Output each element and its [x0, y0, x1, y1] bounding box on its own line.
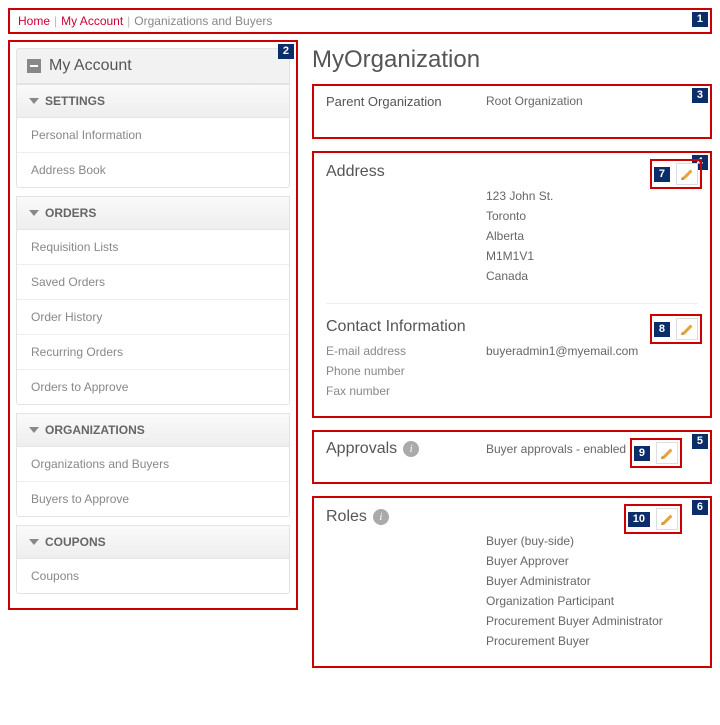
nav-item-order-history[interactable]: Order History	[17, 300, 289, 335]
edit-contact-button[interactable]	[676, 318, 698, 340]
address-title: Address	[326, 163, 698, 181]
edit-address-button[interactable]	[676, 163, 698, 185]
approvals-edit-cluster: 9	[630, 438, 682, 468]
approvals-title-text: Approvals	[326, 440, 397, 458]
nav-item-address-book[interactable]: Address Book	[17, 153, 289, 187]
divider	[326, 303, 698, 304]
fax-label: Fax number	[326, 384, 486, 398]
nav-header-organizations[interactable]: ORGANIZATIONS	[17, 413, 289, 447]
contact-title: Contact Information	[326, 318, 698, 336]
breadcrumb-sep: |	[127, 14, 130, 28]
panel-parent-org: 3 Parent Organization Root Organization	[312, 84, 712, 139]
contact-block: 8 Contact Information E-mail address buy…	[326, 318, 698, 398]
nav-item-orders-to-approve[interactable]: Orders to Approve	[17, 370, 289, 404]
address-lines: 123 John St. Toronto Alberta M1M1V1 Cana…	[486, 189, 698, 289]
nav-header-coupons[interactable]: COUPONS	[17, 525, 289, 559]
nav-item-requisition-lists[interactable]: Requisition Lists	[17, 230, 289, 265]
breadcrumb-myaccount[interactable]: My Account	[61, 14, 123, 28]
nav-group-coupons: COUPONS Coupons	[16, 525, 290, 594]
callout-3: 3	[692, 88, 708, 103]
role-item: Buyer (buy-side)	[486, 534, 698, 548]
address-line: Toronto	[486, 209, 698, 223]
sidebar: 2 My Account SETTINGS Personal Informati…	[8, 40, 298, 610]
address-line: 123 John St.	[486, 189, 698, 203]
nav-item-saved-orders[interactable]: Saved Orders	[17, 265, 289, 300]
nav-header-label: ORDERS	[45, 206, 96, 220]
sidebar-title[interactable]: My Account	[16, 48, 290, 84]
nav-item-buyers-to-approve[interactable]: Buyers to Approve	[17, 482, 289, 516]
role-item: Buyer Approver	[486, 554, 698, 568]
chevron-down-icon	[29, 210, 39, 216]
role-item: Procurement Buyer Administrator	[486, 614, 698, 628]
roles-edit-cluster: 10	[624, 504, 682, 534]
nav-header-orders[interactable]: ORDERS	[17, 196, 289, 230]
pencil-icon	[682, 324, 692, 334]
roles-list: Buyer (buy-side) Buyer Approver Buyer Ad…	[486, 534, 698, 654]
contact-edit-cluster: 8	[650, 314, 702, 344]
breadcrumb-sep: |	[54, 14, 57, 28]
address-line: Canada	[486, 269, 698, 283]
callout-1: 1	[692, 12, 708, 27]
callout-6: 6	[692, 500, 708, 515]
breadcrumb-home[interactable]: Home	[18, 14, 50, 28]
email-label: E-mail address	[326, 344, 486, 358]
pencil-icon	[682, 169, 692, 179]
info-icon[interactable]: i	[403, 441, 419, 457]
chevron-down-icon	[29, 98, 39, 104]
edit-approvals-button[interactable]	[656, 442, 678, 464]
callout-7: 7	[654, 167, 670, 182]
email-value: buyeradmin1@myemail.com	[486, 344, 638, 358]
breadcrumb: Home | My Account | Organizations and Bu…	[8, 8, 712, 34]
breadcrumb-current: Organizations and Buyers	[134, 14, 272, 28]
callout-5: 5	[692, 434, 708, 449]
sidebar-title-label: My Account	[49, 57, 132, 75]
panel-roles: 6 10 Roles i Buyer (buy-side) Buyer Appr…	[312, 496, 712, 668]
nav-header-settings[interactable]: SETTINGS	[17, 84, 289, 118]
main-content: MyOrganization 3 Parent Organization Roo…	[312, 40, 712, 680]
parent-org-label: Parent Organization	[326, 94, 486, 109]
role-item: Buyer Administrator	[486, 574, 698, 588]
role-item: Organization Participant	[486, 594, 698, 608]
edit-roles-button[interactable]	[656, 508, 678, 530]
callout-8: 8	[654, 322, 670, 337]
roles-title-text: Roles	[326, 508, 367, 526]
address-edit-cluster: 7	[650, 159, 702, 189]
chevron-down-icon	[29, 539, 39, 545]
phone-label: Phone number	[326, 364, 486, 378]
address-line: Alberta	[486, 229, 698, 243]
callout-2: 2	[278, 44, 294, 59]
page-title: MyOrganization	[312, 46, 712, 74]
nav-item-organizations-and-buyers[interactable]: Organizations and Buyers	[17, 447, 289, 482]
address-line: M1M1V1	[486, 249, 698, 263]
callout-10: 10	[628, 512, 650, 527]
collapse-icon	[27, 59, 41, 73]
panel-approvals: 5 9 Approvals i Buyer approvals - enable…	[312, 430, 712, 484]
address-block: 7 Address 123 John St. Toronto Alberta M…	[326, 163, 698, 289]
nav-header-label: COUPONS	[45, 535, 106, 549]
nav-item-coupons[interactable]: Coupons	[17, 559, 289, 593]
pencil-icon	[662, 514, 672, 524]
info-icon[interactable]: i	[373, 509, 389, 525]
role-item: Procurement Buyer	[486, 634, 698, 648]
chevron-down-icon	[29, 427, 39, 433]
callout-9: 9	[634, 446, 650, 461]
nav-item-personal-info[interactable]: Personal Information	[17, 118, 289, 153]
pencil-icon	[662, 448, 672, 458]
nav-header-label: SETTINGS	[45, 94, 105, 108]
nav-group-settings: SETTINGS Personal Information Address Bo…	[16, 84, 290, 188]
parent-org-value: Root Organization	[486, 94, 698, 109]
approvals-title: Approvals i	[326, 440, 486, 458]
nav-group-organizations: ORGANIZATIONS Organizations and Buyers B…	[16, 413, 290, 517]
nav-header-label: ORGANIZATIONS	[45, 423, 145, 437]
nav-item-recurring-orders[interactable]: Recurring Orders	[17, 335, 289, 370]
nav-group-orders: ORDERS Requisition Lists Saved Orders Or…	[16, 196, 290, 405]
panel-address-contact: 4 7 Address 123 John St. Toronto Alberta…	[312, 151, 712, 418]
